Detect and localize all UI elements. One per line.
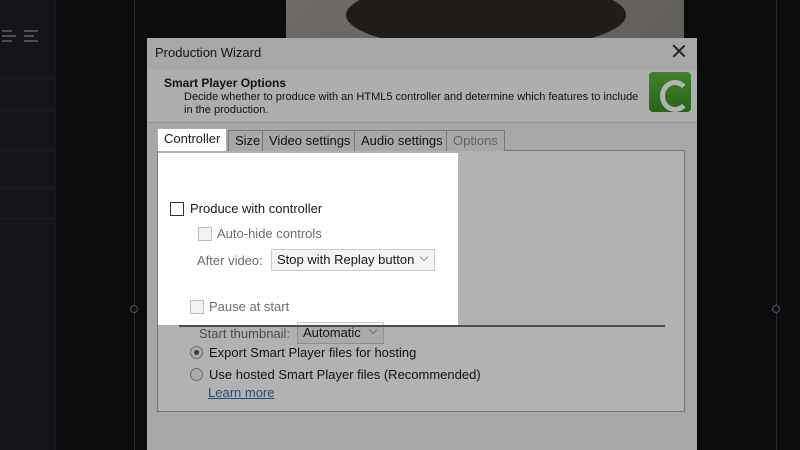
header-separator: [147, 122, 697, 123]
auto-hide-controls-label: Auto-hide controls: [217, 226, 322, 241]
produce-with-controller-label: Produce with controller: [190, 201, 323, 216]
close-icon[interactable]: [671, 43, 687, 59]
camtasia-logo-icon: [649, 72, 691, 112]
pause-at-start-label: Pause at start: [209, 299, 290, 314]
tab-options[interactable]: Options: [446, 130, 505, 151]
start-thumbnail-value: Automatic: [303, 325, 361, 340]
export-smart-player-radio[interactable]: [190, 346, 203, 359]
header-panel: Smart Player Options Decide whether to p…: [147, 70, 697, 122]
dialog-title: Production Wizard: [155, 45, 262, 60]
section-divider: [179, 325, 665, 327]
section-description: Decide whether to produce with an HTML5 …: [184, 91, 639, 116]
pause-at-start-checkbox[interactable]: [190, 300, 204, 314]
chevron-down-icon: [419, 252, 429, 262]
after-video-value: Stop with Replay button: [277, 252, 415, 267]
produce-with-controller-checkbox[interactable]: [170, 202, 184, 216]
production-wizard-dialog: Production Wizard Smart Player Options D…: [147, 38, 697, 450]
tab-video-settings[interactable]: Video settings: [262, 130, 358, 151]
learn-more-link[interactable]: Learn more: [208, 385, 274, 400]
hosted-smart-player-radio[interactable]: [190, 368, 203, 381]
after-video-dropdown[interactable]: Stop with Replay button: [271, 249, 435, 271]
start-thumbnail-label: Start thumbnail:: [199, 326, 291, 341]
after-video-label: After video:: [197, 253, 263, 268]
chevron-down-icon: [368, 325, 378, 335]
tab-audio-settings[interactable]: Audio settings: [354, 130, 450, 151]
auto-hide-controls-checkbox[interactable]: [198, 227, 212, 241]
export-smart-player-label: Export Smart Player files for hosting: [209, 345, 417, 360]
tab-controller[interactable]: Controller: [157, 128, 228, 151]
hosted-smart-player-label: Use hosted Smart Player files (Recommend…: [209, 367, 481, 382]
section-heading: Smart Player Options: [164, 76, 287, 90]
